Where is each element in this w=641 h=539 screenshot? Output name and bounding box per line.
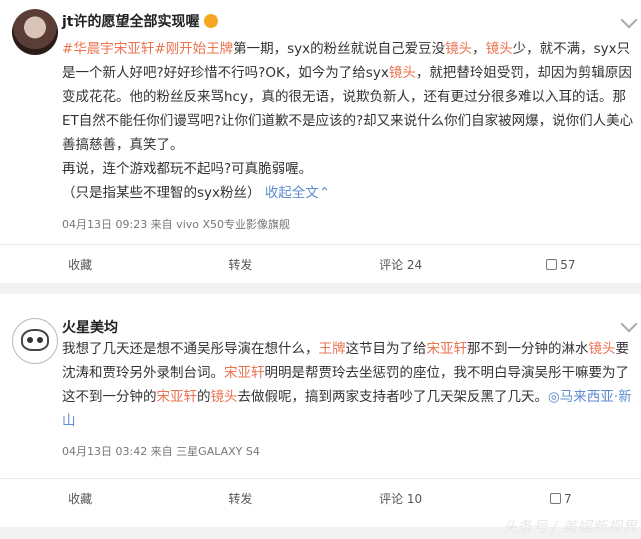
post-text: #华晨宇宋亚轩#刚开始王牌第一期，syx的粉丝就说自己爱豆没镜头，镜头少，就不满… (62, 37, 637, 205)
collapse-link[interactable]: 收起全文 (265, 185, 319, 201)
text-segment: 这节目为了给 (345, 341, 427, 357)
like-button[interactable]: 57 (481, 245, 641, 285)
action-bar: 收藏 转发 评论 10 7 (0, 478, 641, 519)
text-segment: 那不到一分钟的淋水 (467, 341, 589, 357)
keyword-highlight: 宋亚轩 (426, 341, 468, 357)
text-segment: ， (472, 41, 486, 57)
keyword-highlight: 镜头 (388, 65, 416, 81)
post-text: 我想了几天还是想不通吴彤导演在想什么，王牌这节目为了给宋亚轩那不到一分钟的淋水镜… (62, 337, 637, 433)
comment-button[interactable]: 评论 10 (321, 479, 481, 519)
keyword-highlight: 镜头 (210, 389, 238, 405)
keyword-highlight: 镜头 (588, 341, 616, 357)
post-line: （只是指某些不理智的syx粉丝） 收起全文⌃ (62, 185, 331, 201)
thumbs-up-icon (550, 493, 562, 504)
post-meta: 04月13日 03:42 来自 三星GALAXY S4 (62, 445, 260, 458)
post-body: 我想了几天还是想不通吴彤导演在想什么，王牌这节目为了给宋亚轩那不到一分钟的淋水镜… (62, 337, 637, 433)
post-card-1: jt许的愿望全部实现喔 #华晨宇宋亚轩#刚开始王牌第一期，syx的粉丝就说自己爱… (0, 0, 641, 283)
keyword-highlight: 王牌 (206, 41, 234, 57)
hashtag-link[interactable]: #刚开始 (154, 41, 206, 57)
like-button[interactable]: 7 (481, 479, 641, 519)
text-segment: 去做假呢，搞到两家支持者吵了几天架反黑了几天。 (237, 389, 549, 405)
thumbs-up-icon (546, 259, 558, 270)
keyword-highlight: 宋亚轩 (113, 41, 155, 57)
text-segment: 我想了几天还是想不通吴彤导演在想什么， (62, 341, 319, 357)
action-bar: 收藏 转发 评论 24 57 (0, 244, 641, 285)
collect-button[interactable]: 收藏 (0, 245, 160, 285)
avatar[interactable] (12, 9, 58, 55)
post-meta: 04月13日 09:23 来自 vivo X50专业影像旗舰 (62, 218, 291, 231)
keyword-highlight: 宋亚轩 (224, 365, 265, 381)
divider (0, 283, 641, 294)
post-line: 再说，连个游戏都玩不起吗?可真脆弱喔。 (62, 161, 313, 177)
avatar-drawing (21, 329, 49, 351)
post-body: #华晨宇宋亚轩#刚开始王牌第一期，syx的粉丝就说自己爱豆没镜头，镜头少，就不满… (62, 37, 637, 157)
comment-button[interactable]: 评论 24 (321, 245, 481, 285)
repost-button[interactable]: 转发 (160, 479, 320, 519)
hashtag-link[interactable]: #华晨宇 (62, 41, 114, 57)
collect-button[interactable]: 收藏 (0, 479, 160, 519)
text-segment: 的 (197, 389, 211, 405)
avatar[interactable] (12, 318, 58, 364)
repost-button[interactable]: 转发 (160, 245, 320, 285)
keyword-highlight: 宋亚轩 (156, 389, 198, 405)
keyword-highlight: 王牌 (318, 341, 346, 357)
chevron-up-icon[interactable]: ⌃ (319, 185, 330, 201)
keyword-highlight: 镜头 (485, 41, 513, 57)
smile-emoji-icon (203, 14, 218, 28)
watermark: 头条号 / 美娱新视界 (502, 518, 637, 536)
keyword-highlight: 镜头 (445, 41, 473, 57)
username[interactable]: jt许的愿望全部实现喔 (62, 11, 218, 31)
username[interactable]: 火星美均 (62, 317, 118, 337)
chevron-down-icon[interactable] (620, 11, 638, 29)
text-segment: 第一期，syx的粉丝就说自己爱豆没 (233, 41, 446, 57)
